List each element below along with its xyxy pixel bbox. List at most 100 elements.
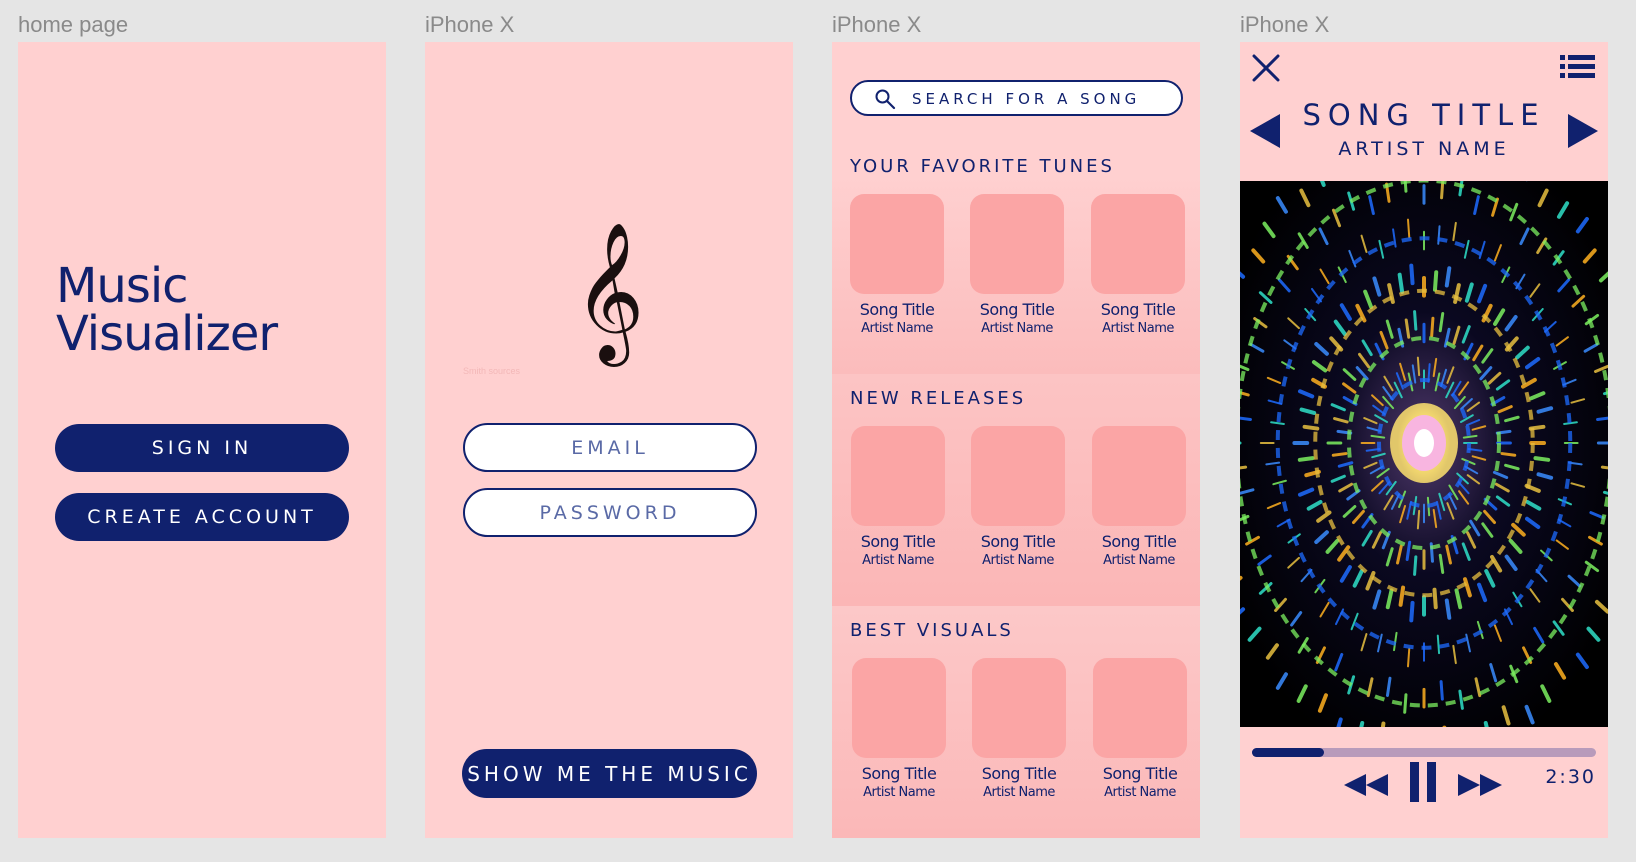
song-card[interactable]: Song Title Artist Name (971, 426, 1065, 568)
home-page-frame: Music Visualizer SIGN IN CREATE ACCOUNT (18, 42, 386, 838)
frame-label-login: iPhone X (425, 12, 515, 37)
artist-name: Artist Name (981, 321, 1053, 336)
visualizer-image (1240, 181, 1608, 727)
song-thumbnail (1092, 426, 1186, 526)
section-title: BEST VISUALS (850, 620, 1014, 641)
artist-name: Artist Name (1102, 321, 1174, 336)
song-title: Song Title (860, 532, 936, 551)
visualizer-ray (1430, 316, 1435, 338)
song-thumbnail (850, 194, 944, 294)
progress-bar-fill (1252, 748, 1325, 757)
visualizer-ray (1302, 424, 1320, 431)
visualizer-ray (1533, 456, 1551, 462)
song-thumbnail (971, 426, 1065, 526)
song-title: Song Title (1101, 532, 1177, 551)
player-frame: SONG TITLE ARTIST NAME 2:30 (1240, 42, 1608, 838)
song-card[interactable]: Song Title Artist Name (851, 426, 945, 568)
fast-forward-icon[interactable] (1458, 772, 1502, 798)
song-title: Song Title (979, 300, 1055, 319)
song-card[interactable]: Song Title Artist Name (850, 194, 944, 336)
song-card[interactable]: Song Title Artist Name (972, 658, 1066, 800)
artist-name: Artist Name (1103, 553, 1175, 568)
visualizer-ray (1397, 272, 1405, 294)
visualizer-ray (1240, 465, 1248, 470)
section-new-releases: NEW RELEASES Song Title Artist Name Song… (832, 374, 1200, 606)
visualizer-ray (1331, 452, 1348, 457)
now-playing-artist-name: ARTIST NAME (1338, 138, 1510, 160)
visualizer-ray (1409, 263, 1415, 286)
song-card[interactable]: Song Title Artist Name (970, 194, 1064, 336)
visualizer-ray (1596, 416, 1608, 421)
artist-name: Artist Name (862, 553, 934, 568)
frame-label-player: iPhone X (1240, 12, 1330, 37)
song-title: Song Title (1102, 764, 1178, 783)
frame-label-home: home page (18, 12, 129, 37)
visualizer-ray (1600, 465, 1608, 470)
song-thumbnail (852, 658, 946, 758)
section-title: YOUR FAVORITE TUNES (850, 156, 1115, 177)
visualizer-ray (1398, 585, 1406, 607)
visualizer-ray (1444, 266, 1452, 288)
song-title: Song Title (859, 300, 935, 319)
app-title: Music Visualizer (56, 262, 278, 358)
login-frame: 𝄞 Smith sources EMAIL PASSWORD SHOW ME T… (425, 42, 793, 838)
song-title: Song Title (981, 764, 1057, 783)
frame-label-browse: iPhone X (832, 12, 922, 37)
sign-in-button[interactable]: SIGN IN (55, 424, 349, 472)
app-title-line-2: Visualizer (56, 306, 278, 362)
image-credit: Smith sources (463, 366, 521, 376)
artist-name: Artist Name (861, 321, 933, 336)
song-card[interactable]: Song Title Artist Name (852, 658, 946, 800)
artist-name: Artist Name (863, 785, 935, 800)
browse-frame: SEARCH FOR A SONG YOUR FAVORITE TUNES So… (832, 42, 1200, 838)
visualizer-ray (1407, 647, 1411, 668)
visualizer-ray (1439, 680, 1444, 701)
song-thumbnail (972, 658, 1066, 758)
artist-name: Artist Name (1104, 785, 1176, 800)
now-playing-song-title: SONG TITLE (1302, 98, 1546, 132)
song-thumbnail (1091, 194, 1185, 294)
song-title: Song Title (861, 764, 937, 783)
email-field[interactable]: EMAIL (463, 423, 757, 472)
song-thumbnail (970, 194, 1064, 294)
pause-icon[interactable] (1408, 762, 1438, 802)
search-input[interactable]: SEARCH FOR A SONG (850, 80, 1183, 116)
search-placeholder: SEARCH FOR A SONG (912, 90, 1141, 108)
visualizer-ray (1500, 452, 1517, 457)
visualizer-ray (1432, 587, 1438, 610)
song-card[interactable]: Song Title Artist Name (1091, 194, 1185, 336)
visualizer-ray (1407, 218, 1411, 239)
visualizer-ray (1416, 356, 1421, 377)
artist-name: Artist Name (982, 553, 1054, 568)
artist-name: Artist Name (983, 785, 1055, 800)
visualizer-ray (1403, 693, 1408, 714)
section-favorite-tunes: YOUR FAVORITE TUNES Song Title Artist Na… (832, 142, 1200, 374)
create-account-button[interactable]: CREATE ACCOUNT (55, 493, 349, 541)
song-thumbnail (851, 426, 945, 526)
progress-bar[interactable] (1252, 748, 1596, 757)
section-best-visuals: BEST VISUALS Song Title Artist Name Song… (832, 606, 1200, 838)
visualizer-ray (1416, 509, 1421, 530)
search-icon (875, 89, 896, 110)
show-me-the-music-button[interactable]: SHOW ME THE MUSIC (462, 749, 757, 798)
visualizer-ray (1413, 555, 1418, 576)
visualizer-ray (1436, 634, 1441, 655)
song-card[interactable]: Song Title Artist Name (1092, 426, 1186, 568)
elapsed-time: 2:30 (1545, 766, 1596, 788)
playlist-icon[interactable] (1560, 54, 1596, 80)
visualizer-ray (1413, 310, 1418, 331)
visualizer-ray (1297, 456, 1315, 462)
song-thumbnail (1093, 658, 1187, 758)
close-icon[interactable] (1250, 52, 1282, 84)
treble-clef-icon: 𝄞 (573, 222, 645, 361)
visualizer-ray (1432, 270, 1439, 292)
section-title: NEW RELEASES (850, 388, 1027, 409)
visualizer-ray (1409, 600, 1415, 623)
song-title: Song Title (980, 532, 1056, 551)
password-field[interactable]: PASSWORD (463, 488, 757, 537)
rewind-icon[interactable] (1344, 772, 1388, 798)
visualizer-ray (1240, 416, 1252, 421)
song-card[interactable]: Song Title Artist Name (1093, 658, 1187, 800)
song-title: Song Title (1100, 300, 1176, 319)
visualizer-ray (1444, 598, 1452, 620)
